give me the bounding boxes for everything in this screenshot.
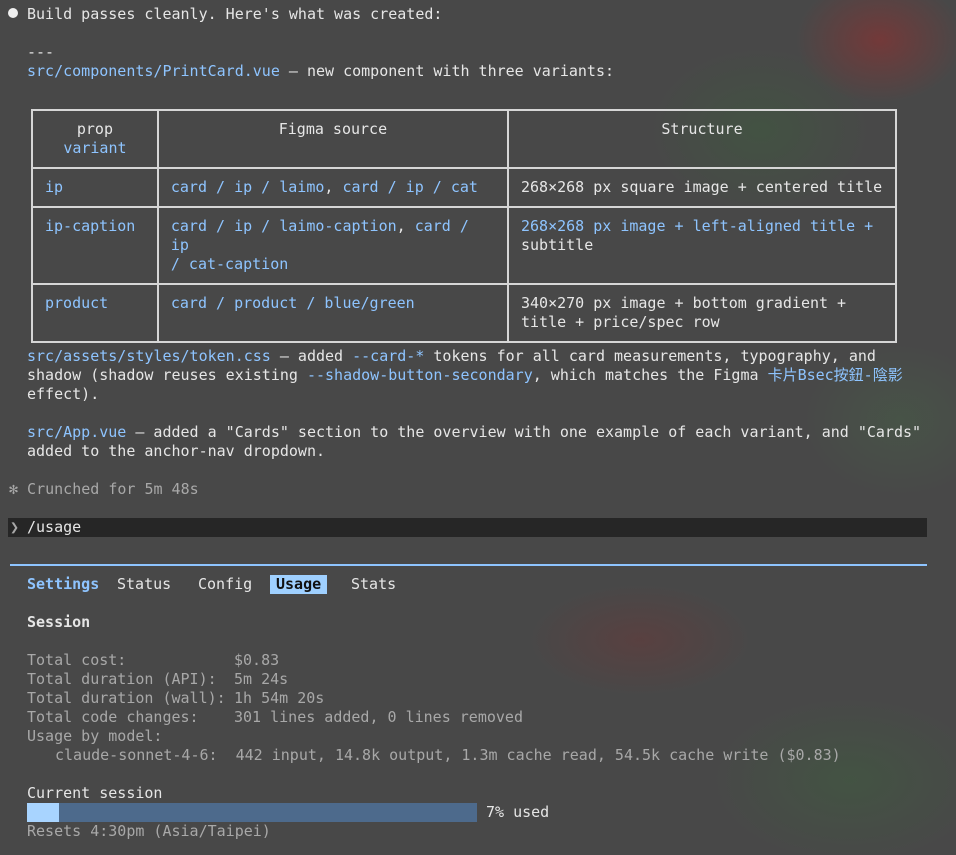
model-usage-line: claude-sonnet-4-6: 442 input, 14.8k outp… (55, 746, 841, 764)
stat-label-cost: Total cost: (27, 651, 127, 669)
cell-structure: 340×270 px image + bottom gradient + titl… (506, 283, 898, 343)
cell-structure: 268×268 px image + left-aligned title + s… (506, 206, 898, 285)
header-prop: prop variant (31, 109, 159, 169)
cell-figma: card / ip / laimo-caption, card / ip / c… (156, 206, 509, 285)
stat-label-code-changes: Total code changes: (27, 708, 199, 726)
cell-structure: 268×268 px square image + centered title (506, 167, 898, 208)
cell-figma: card / ip / laimo, card / ip / cat (156, 167, 509, 208)
tab-usage[interactable]: Usage (270, 575, 328, 594)
stat-value-wall-duration: 1h 54m 20s (234, 689, 325, 707)
resets-label: Resets 4:30pm (Asia/Taipei) (27, 822, 271, 840)
current-session-heading: Current session (27, 784, 163, 802)
crunched-status: ✻ Crunched for 5m 48s (9, 480, 199, 498)
cell-prop: ip (31, 167, 159, 208)
cell-prop: product (31, 283, 159, 343)
panel-divider (10, 564, 927, 566)
variants-table: prop variant Figma source Structure ip ca… (31, 109, 898, 343)
message-bullet-icon (8, 8, 18, 18)
usage-progress-fill (27, 803, 59, 822)
token-line-3: effect). (27, 385, 100, 403)
stat-value-code-changes: 301 lines added, 0 lines removed (234, 708, 523, 726)
usage-by-model-label: Usage by model: (27, 727, 163, 745)
stat-label-wall-duration: Total duration (wall): (27, 689, 226, 707)
app-file-link: src/App.vue (27, 423, 127, 441)
header-structure: Structure (506, 109, 898, 169)
usage-percent-label: 7% used (486, 803, 550, 821)
session-heading: Session (27, 613, 91, 631)
stat-value-cost: $0.83 (234, 651, 280, 669)
app-line-1: src/App.vue — added a "Cards" section to… (27, 423, 922, 441)
tab-stats[interactable]: Stats (351, 575, 396, 594)
stat-label-api-duration: Total duration (API): (27, 670, 217, 688)
stat-value-api-duration: 5m 24s (234, 670, 289, 688)
cell-figma: card / product / blue/green (156, 283, 509, 343)
tab-status[interactable]: Status (117, 575, 171, 594)
table-row: ip card / ip / laimo, card / ip / cat 26… (31, 167, 898, 208)
command-input[interactable] (8, 518, 927, 537)
separator: --- (27, 43, 55, 61)
header-figma-source: Figma source (156, 109, 509, 169)
table-header-row: prop variant Figma source Structure (31, 109, 898, 169)
printcard-line: src/components/PrintCard.vue — new compo… (27, 62, 614, 81)
app-line-2: added to the anchor-nav dropdown. (27, 442, 326, 460)
intro-text: Build passes cleanly. Here's what was cr… (27, 5, 443, 23)
command-text[interactable]: /usage (27, 518, 81, 537)
printcard-file-link: src/components/PrintCard.vue (27, 62, 280, 80)
tab-settings[interactable]: Settings (27, 575, 99, 594)
tab-config[interactable]: Config (198, 575, 252, 594)
token-file-link: src/assets/styles/token.css (27, 347, 271, 365)
prompt-chevron-icon: ❯ (10, 518, 20, 536)
token-line-1: src/assets/styles/token.css — added --ca… (27, 347, 876, 365)
token-line-2: shadow (shadow reuses existing --shadow-… (27, 366, 903, 384)
table-row: ip-caption card / ip / laimo-caption, ca… (31, 206, 898, 285)
printcard-desc: — new component with three variants: (279, 62, 615, 80)
cell-prop: ip-caption (31, 206, 159, 285)
usage-progress-track (27, 803, 477, 822)
table-row: product card / product / blue/green 340×… (31, 283, 898, 343)
